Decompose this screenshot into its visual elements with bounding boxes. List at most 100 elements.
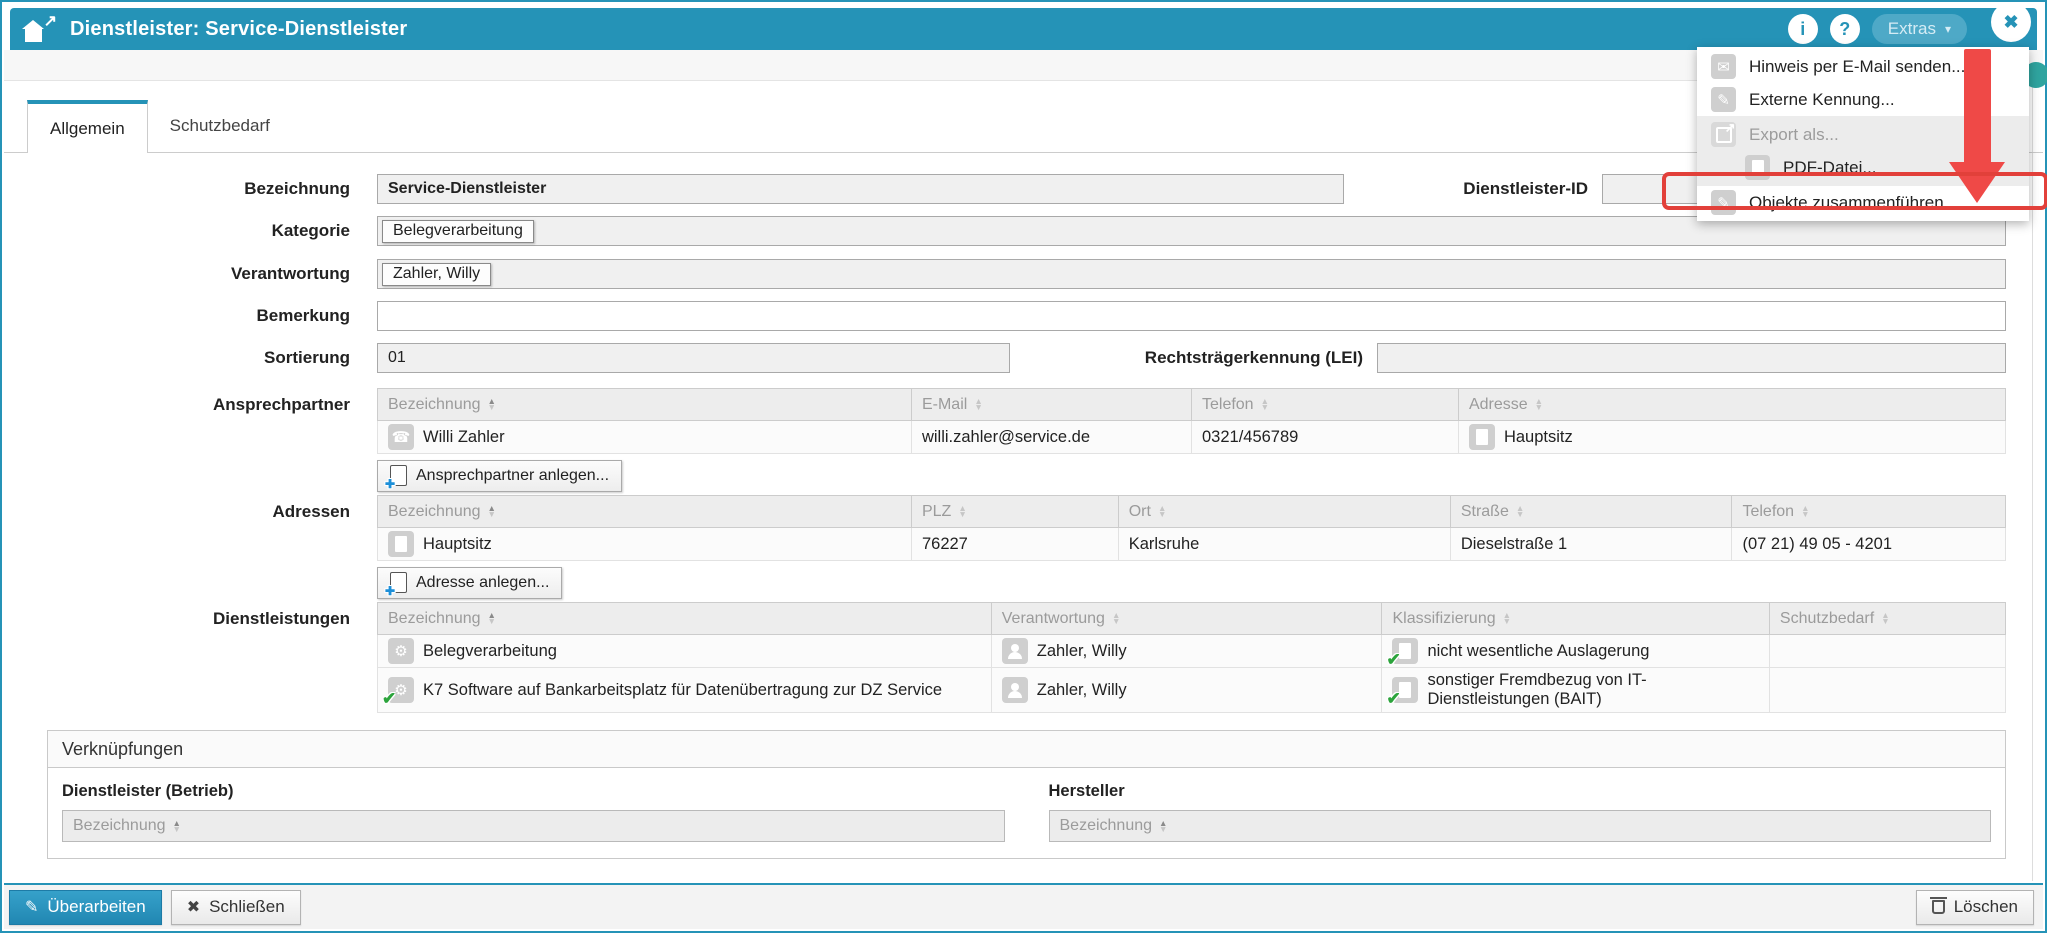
sort-icon: ▲▼: [1112, 612, 1120, 625]
verknuepfungen-title: Verknüpfungen: [48, 731, 2005, 768]
bezeichnung-input[interactable]: Service-Dienstleister: [377, 174, 1344, 204]
section-adressen: Adressen Bezeichnung▲▼ PLZ▲▼ Ort▲▼ Straß…: [2, 495, 2006, 599]
column-header[interactable]: Straße▲▼: [1450, 496, 1732, 528]
group-hersteller: Hersteller Bezeichnung▲▼: [1049, 778, 1992, 842]
ansprechpartner-table: Bezeichnung▲▼ E-Mail▲▼ Telefon▲▼ Adresse…: [377, 388, 2006, 454]
sort-icon: ▲▼: [1881, 612, 1889, 625]
sort-icon: ▲▼: [974, 398, 982, 411]
loeschen-button[interactable]: Löschen: [1916, 890, 2034, 925]
column-header[interactable]: Bezeichnung▲▼: [378, 389, 912, 421]
column-header[interactable]: Adresse▲▼: [1458, 389, 2005, 421]
close-button[interactable]: ✖: [1991, 2, 2031, 42]
check-icon: ✔: [382, 689, 396, 709]
address-icon: [388, 531, 414, 557]
app-logo-icon: ↗: [22, 13, 58, 45]
dienstleister-id-label: Dienstleister-ID: [1344, 179, 1602, 199]
sort-icon: ▲▼: [1535, 398, 1543, 411]
footer-bar: ✎ Überarbeiten ✖ Schließen Löschen: [4, 883, 2043, 929]
kategorie-chip[interactable]: Belegverarbeitung: [382, 220, 534, 243]
column-header[interactable]: Schutzbedarf▲▼: [1769, 603, 2005, 635]
extras-button[interactable]: Extras ▾: [1872, 14, 1967, 44]
ueberarbeiten-button[interactable]: ✎ Überarbeiten: [9, 890, 162, 925]
verantwortung-field[interactable]: Zahler, Willy: [377, 259, 2006, 289]
dienstleistungen-table: Bezeichnung▲▼ Verantwortung▲▼ Klassifizi…: [377, 602, 2006, 713]
gear-check-icon: ⚙✔: [388, 677, 414, 703]
adresse-anlegen-button[interactable]: Adresse anlegen...: [377, 567, 562, 599]
column-header[interactable]: PLZ▲▼: [911, 496, 1118, 528]
adressen-label: Adressen: [2, 495, 364, 522]
sort-icon: ▲▼: [1516, 505, 1524, 518]
row-bemerkung: Bemerkung: [2, 301, 2045, 331]
column-header[interactable]: Verantwortung▲▼: [991, 603, 1382, 635]
add-document-icon: [390, 465, 407, 486]
sort-icon: ▲▼: [1261, 398, 1269, 411]
kategorie-label: Kategorie: [2, 221, 364, 241]
group-dienstleister-betrieb: Dienstleister (Betrieb) Bezeichnung▲▼: [62, 778, 1005, 842]
section-ansprechpartner: Ansprechpartner Bezeichnung▲▼ E-Mail▲▼ T…: [2, 388, 2006, 492]
column-header[interactable]: Telefon▲▼: [1732, 496, 2006, 528]
extras-button-label: Extras: [1888, 19, 1936, 39]
phone-icon: ☎: [388, 424, 414, 450]
adressen-table: Bezeichnung▲▼ PLZ▲▼ Ort▲▼ Straße▲▼ Telef…: [377, 495, 2006, 561]
add-document-icon: [390, 572, 407, 593]
lei-label: Rechtsträgerkennung (LEI): [1010, 348, 1377, 368]
annotation-arrow-shaft: [1964, 49, 1991, 165]
sort-icon: ▲▼: [488, 505, 496, 518]
annotation-highlight-box: [1662, 172, 2047, 210]
export-icon: [1711, 122, 1736, 147]
edit-icon: ✎: [1711, 87, 1736, 112]
sort-icon: ▲▼: [958, 505, 966, 518]
empty-table-header[interactable]: Bezeichnung▲▼: [1049, 810, 1992, 842]
column-header[interactable]: E-Mail▲▼: [911, 389, 1191, 421]
column-header[interactable]: Telefon▲▼: [1191, 389, 1458, 421]
chevron-down-icon: ▾: [1945, 22, 1951, 36]
sort-icon: ▲▼: [173, 820, 181, 833]
document-check-icon: ✔: [1392, 677, 1418, 703]
check-icon: ✔: [1386, 689, 1400, 709]
sort-icon: ▲▼: [1158, 505, 1166, 518]
column-header[interactable]: Ort▲▼: [1118, 496, 1450, 528]
column-header[interactable]: Klassifizierung▲▼: [1382, 603, 1769, 635]
ansprechpartner-anlegen-button[interactable]: Ansprechpartner anlegen...: [377, 460, 622, 492]
table-row[interactable]: ⚙✔K7 Software auf Bankarbeitsplatz für D…: [378, 668, 2006, 713]
document-check-icon: ✔: [1392, 638, 1418, 664]
close-icon: ✖: [187, 897, 200, 917]
help-icon[interactable]: ?: [1830, 14, 1860, 44]
bemerkung-input[interactable]: [377, 301, 2006, 331]
verknuepfungen-panel: Verknüpfungen Dienstleister (Betrieb) Be…: [47, 730, 2006, 859]
close-icon: ✖: [2003, 12, 2018, 33]
dienstleistungen-label: Dienstleistungen: [2, 602, 364, 629]
row-sortierung: Sortierung 01 Rechtsträgerkennung (LEI): [2, 343, 2045, 373]
column-header[interactable]: Bezeichnung▲▼: [378, 603, 992, 635]
schliessen-button[interactable]: ✖ Schließen: [171, 890, 301, 925]
dialog-title: Dienstleister: Service-Dienstleister: [70, 18, 407, 41]
person-icon: [1002, 677, 1028, 703]
table-row[interactable]: ☎Willi Zahler willi.zahler@service.de 03…: [378, 421, 2006, 454]
sortierung-input[interactable]: 01: [377, 343, 1010, 373]
sort-icon: ▲▼: [1503, 612, 1511, 625]
dialog-titlebar: ↗ Dienstleister: Service-Dienstleister i…: [10, 8, 2037, 50]
table-row[interactable]: Hauptsitz 76227 Karlsruhe Dieselstraße 1…: [378, 528, 2006, 561]
section-dienstleistungen: Dienstleistungen Bezeichnung▲▼ Verantwor…: [2, 602, 2006, 713]
verantwortung-label: Verantwortung: [2, 264, 364, 284]
row-verantwortung: Verantwortung Zahler, Willy: [2, 259, 2045, 289]
column-header[interactable]: Bezeichnung▲▼: [378, 496, 912, 528]
sortierung-label: Sortierung: [2, 348, 364, 368]
tab-allgemein[interactable]: Allgemein: [27, 100, 148, 153]
lei-input[interactable]: [1377, 343, 2006, 373]
bemerkung-label: Bemerkung: [2, 306, 364, 326]
tab-schutzbedarf[interactable]: Schutzbedarf: [148, 100, 292, 152]
gear-icon: ⚙: [388, 638, 414, 664]
person-icon: [1002, 638, 1028, 664]
sort-icon: ▲▼: [1159, 820, 1167, 833]
verantwortung-chip[interactable]: Zahler, Willy: [382, 263, 491, 286]
group-label: Dienstleister (Betrieb): [62, 782, 1005, 801]
address-icon: [1469, 424, 1495, 450]
table-row[interactable]: ⚙Belegverarbeitung Zahler, Willy ✔nicht …: [378, 635, 2006, 668]
info-icon[interactable]: i: [1788, 14, 1818, 44]
group-label: Hersteller: [1049, 782, 1992, 801]
ansprechpartner-label: Ansprechpartner: [2, 388, 364, 415]
sort-icon: ▲▼: [488, 398, 496, 411]
empty-table-header[interactable]: Bezeichnung▲▼: [62, 810, 1005, 842]
sort-icon: ▲▼: [1801, 505, 1809, 518]
